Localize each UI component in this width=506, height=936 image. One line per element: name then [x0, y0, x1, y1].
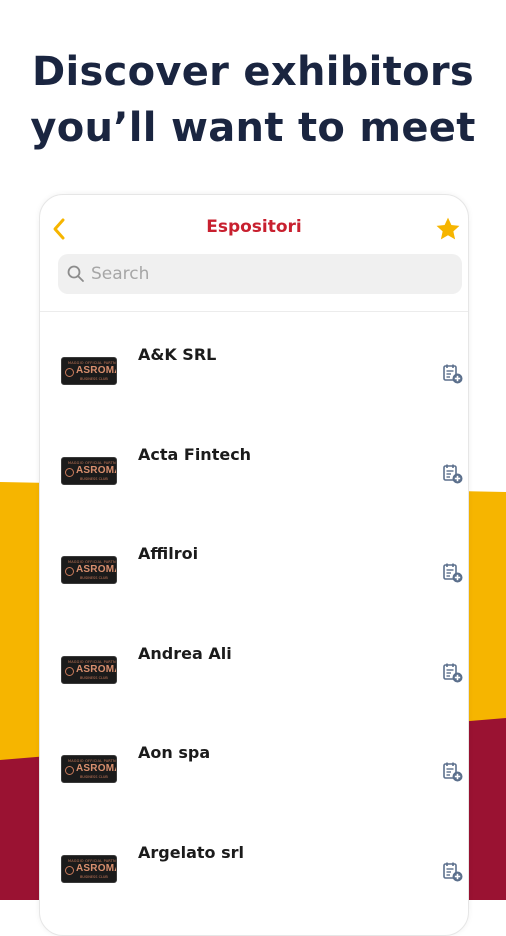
logo-sub-text: BUSINESS CLUB: [80, 675, 108, 680]
exhibitor-logo: MAGGIO OFFICIAL PARTNER ASROMA BUSINESS …: [61, 556, 117, 584]
calendar-add-icon: [443, 862, 463, 881]
logo-badge-icon: [65, 467, 74, 477]
add-to-agenda-button[interactable]: [442, 662, 464, 684]
logo-main-text: ASROMA: [76, 365, 116, 376]
list-item[interactable]: MAGGIO OFFICIAL PARTNER ASROMA BUSINESS …: [40, 312, 468, 412]
exhibitor-name: Aon spa: [138, 743, 211, 762]
exhibitor-name: Affilroi: [138, 544, 199, 563]
headline-line-1: Discover exhibitors: [31, 49, 475, 95]
exhibitor-logo: MAGGIO OFFICIAL PARTNER ASROMA BUSINESS …: [61, 755, 117, 783]
exhibitor-logo: MAGGIO OFFICIAL PARTNER ASROMA BUSINESS …: [61, 655, 117, 684]
headline: Discover exhibitors you’ll want to meet: [0, 44, 506, 156]
logo-main-text: ASROMA: [76, 862, 116, 874]
logo-badge-icon: [65, 567, 74, 576]
logo-badge-icon: [65, 865, 74, 875]
logo-sub-text: BUSINESS CLUB: [80, 476, 108, 481]
add-to-agenda-button[interactable]: [442, 861, 464, 883]
exhibitor-name: A&K SRL: [138, 345, 217, 364]
calendar-add-icon: [443, 364, 463, 384]
app-header: Espositori: [40, 195, 468, 312]
star-icon: [436, 217, 460, 240]
calendar-add-icon: [443, 464, 463, 483]
calendar-add-icon: [443, 563, 463, 583]
calendar-add-icon: [443, 762, 463, 782]
exhibitor-logo: MAGGIO OFFICIAL PARTNER ASROMA BUSINESS …: [61, 456, 117, 485]
add-to-agenda-button[interactable]: [442, 363, 464, 385]
exhibitor-list: MAGGIO OFFICIAL PARTNER ASROMA BUSINESS …: [40, 312, 468, 909]
calendar-add-icon: [443, 663, 463, 682]
list-item[interactable]: MAGGIO OFFICIAL PARTNER ASROMA BUSINESS …: [40, 810, 468, 910]
headline-line-2: you’ll want to meet: [30, 105, 476, 151]
logo-badge-icon: [65, 368, 74, 377]
exhibitor-name: Argelato srl: [138, 842, 244, 862]
exhibitor-name: Acta Fintech: [138, 444, 252, 464]
logo-badge-icon: [65, 666, 74, 676]
page-title: Espositori: [206, 217, 302, 237]
logo-sub-text: BUSINESS CLUB: [80, 775, 108, 779]
logo-main-text: ASROMA: [76, 564, 116, 575]
phone-screen: Espositori MAGGIO OFFICIAL PARTNER ASROM…: [39, 194, 469, 936]
list-item[interactable]: MAGGIO OFFICIAL PARTNER ASROMA BUSINESS …: [40, 511, 468, 611]
logo-main-text: ASROMA: [76, 663, 116, 675]
add-to-agenda-button[interactable]: [442, 761, 464, 783]
search-icon: [67, 265, 84, 282]
logo-badge-icon: [65, 766, 74, 775]
list-item[interactable]: MAGGIO OFFICIAL PARTNER ASROMA BUSINESS …: [40, 710, 468, 810]
exhibitor-logo: MAGGIO OFFICIAL PARTNER ASROMA BUSINESS …: [61, 854, 117, 883]
logo-main-text: ASROMA: [76, 464, 116, 476]
add-to-agenda-button[interactable]: [442, 463, 464, 485]
list-item[interactable]: MAGGIO OFFICIAL PARTNER ASROMA BUSINESS …: [40, 412, 468, 512]
logo-sub-text: BUSINESS CLUB: [80, 377, 108, 381]
favorites-button[interactable]: [434, 215, 462, 243]
list-item[interactable]: MAGGIO OFFICIAL PARTNER ASROMA BUSINESS …: [40, 611, 468, 711]
exhibitor-name: Andrea Ali: [138, 643, 232, 663]
logo-sub-text: BUSINESS CLUB: [80, 576, 108, 580]
search-input[interactable]: [91, 264, 451, 284]
search-bar[interactable]: [58, 254, 462, 294]
exhibitor-logo: MAGGIO OFFICIAL PARTNER ASROMA BUSINESS …: [61, 357, 117, 385]
logo-main-text: ASROMA: [76, 763, 116, 774]
logo-sub-text: BUSINESS CLUB: [80, 874, 108, 879]
add-to-agenda-button[interactable]: [442, 562, 464, 584]
